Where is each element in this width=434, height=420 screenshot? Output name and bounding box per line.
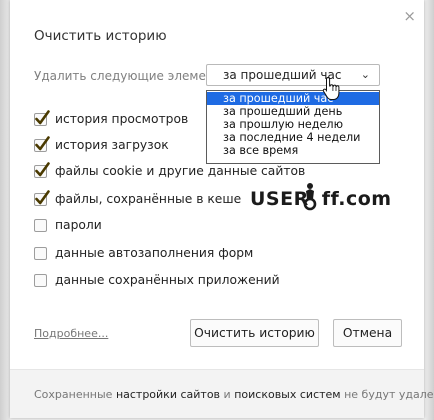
checkbox[interactable] bbox=[34, 109, 50, 126]
checkbox[interactable] bbox=[34, 218, 47, 232]
cancel-button[interactable]: Отмена bbox=[333, 319, 402, 347]
option-autofill[interactable]: данные автозаполнения форм bbox=[34, 244, 253, 262]
watermark-figure-icon bbox=[303, 183, 317, 211]
period-option[interactable]: за последние 4 недели bbox=[207, 131, 379, 144]
option-app-data[interactable]: данные сохранённых приложений bbox=[34, 271, 280, 289]
more-info-link[interactable]: Подробнее... bbox=[34, 327, 108, 340]
check-icon bbox=[35, 189, 50, 204]
checkbox[interactable] bbox=[34, 273, 47, 287]
period-select[interactable]: за прошедший час ⌄ bbox=[206, 64, 380, 86]
footer-note: Сохраненные настройки сайтов и поисковых… bbox=[34, 388, 434, 401]
option-passwords[interactable]: пароли bbox=[34, 216, 102, 234]
hand-cursor-icon bbox=[322, 76, 340, 100]
site-watermark: USER ff.com bbox=[250, 188, 392, 210]
option-label: файлы, сохранённые в кеше bbox=[55, 192, 242, 206]
footer-text-2: и bbox=[220, 388, 235, 401]
checkbox[interactable] bbox=[34, 135, 50, 152]
clear-history-button[interactable]: Очистить историю bbox=[190, 319, 319, 347]
check-icon bbox=[35, 109, 50, 124]
checkbox[interactable] bbox=[34, 161, 50, 178]
option-browsing-history[interactable]: история просмотров bbox=[34, 109, 189, 128]
option-cookies[interactable]: файлы cookie и другие данные сайтов bbox=[34, 161, 306, 180]
period-option[interactable]: за прошедший день bbox=[207, 105, 379, 118]
checkbox[interactable] bbox=[34, 246, 47, 260]
remove-items-label: Удалить следующие элементы: bbox=[34, 69, 235, 83]
search-engines-link[interactable]: поисковых систем bbox=[234, 388, 340, 401]
option-label: данные автозаполнения форм bbox=[55, 246, 254, 260]
dialog-title: Очистить историю bbox=[34, 28, 167, 44]
footer-text-3: не будут удалены. bbox=[344, 388, 434, 401]
option-label: история просмотров bbox=[55, 112, 189, 126]
checkbox[interactable] bbox=[34, 189, 50, 206]
period-dropdown: за прошедший час за прошедший день за пр… bbox=[206, 90, 380, 164]
footer-text-1: Сохраненные bbox=[34, 388, 116, 401]
background-edge-left bbox=[0, 0, 10, 420]
option-label: файлы cookie и другие данные сайтов bbox=[55, 164, 306, 178]
chevron-down-icon: ⌄ bbox=[360, 68, 370, 81]
check-icon bbox=[35, 161, 50, 176]
option-label: данные сохранённых приложений bbox=[55, 273, 280, 287]
watermark-right: ff.com bbox=[321, 188, 392, 210]
option-download-history[interactable]: история загрузок bbox=[34, 135, 169, 154]
period-option[interactable]: за прошедший час bbox=[207, 92, 379, 105]
option-label: история загрузок bbox=[55, 138, 169, 152]
option-label: пароли bbox=[55, 218, 102, 232]
site-settings-link[interactable]: настройки сайтов bbox=[116, 388, 220, 401]
period-option[interactable]: за все время bbox=[207, 144, 379, 157]
background-edge-right bbox=[426, 0, 434, 420]
dialog-footer: Сохраненные настройки сайтов и поисковых… bbox=[10, 369, 434, 418]
close-icon[interactable]: × bbox=[403, 9, 416, 24]
option-cache[interactable]: файлы, сохранённые в кеше bbox=[34, 189, 242, 208]
check-icon bbox=[35, 135, 50, 150]
clear-history-dialog: × Очистить историю Удалить следующие эле… bbox=[10, 0, 434, 418]
period-option[interactable]: за прошлую неделю bbox=[207, 118, 379, 131]
watermark-left: USER bbox=[250, 188, 309, 210]
